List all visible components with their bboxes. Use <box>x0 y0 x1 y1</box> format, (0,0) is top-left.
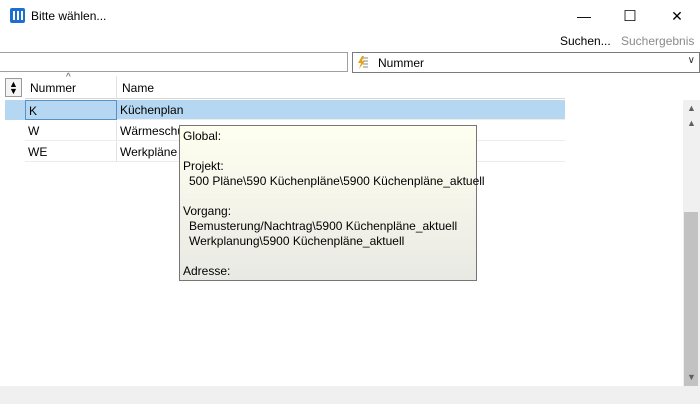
tooltip-vorgang-line: Werkplanung\5900 Küchenpläne_aktuell <box>189 234 405 248</box>
search-result-button[interactable]: Suchergebnis <box>621 34 694 48</box>
tooltip-adresse-label: Adresse: <box>183 264 231 278</box>
minimize-button[interactable]: — <box>561 0 607 32</box>
column-header-nummer[interactable]: Nummer ^ <box>25 72 117 99</box>
search-button[interactable]: Suchen... <box>560 34 611 48</box>
chevron-down-icon: ∨ <box>687 55 695 66</box>
maximize-button[interactable]: ☐ <box>607 0 653 32</box>
tooltip-vorgang-line: Bemusterung/Nachtrag\5900 Küchenpläne_ak… <box>189 219 458 233</box>
grid-header: Nummer ^ Name <box>25 72 565 99</box>
close-button[interactable]: ✕ <box>654 0 700 32</box>
cell-nummer: WE <box>25 142 117 162</box>
sort-indicator-icon: ^ <box>66 72 71 83</box>
column-header-name[interactable]: Name <box>117 76 565 99</box>
field-select[interactable]: Nummer ∨ <box>352 52 700 73</box>
row-header[interactable] <box>5 100 25 120</box>
field-select-value: Nummer <box>378 56 425 70</box>
table-row[interactable]: K Küchenplan <box>25 100 565 120</box>
cell-nummer: K <box>25 100 117 120</box>
scroll-top-icon[interactable]: ▲ <box>683 118 700 128</box>
sort-updown-icon[interactable]: ▲ ▼ <box>5 78 22 97</box>
cell-nummer: W <box>25 121 117 141</box>
app-icon <box>10 8 25 23</box>
path-tooltip: Global: Projekt: 500 Pläne\590 Küchenpläne… <box>179 125 485 281</box>
window-title: Bitte wählen... <box>31 9 107 23</box>
scrollbar-thumb[interactable] <box>684 212 698 392</box>
tooltip-projekt-value: 500 Pläne\590 Küchenpläne\5900 Küchenplä… <box>189 174 485 188</box>
scroll-up-icon[interactable]: ▲ <box>683 103 700 113</box>
cell-name: Küchenplan <box>120 103 184 117</box>
vertical-scrollbar[interactable]: ▲ ▲ ▼ <box>683 100 700 392</box>
tooltip-projekt-label: Projekt: <box>183 159 224 173</box>
column-header-label: Nummer <box>30 81 77 95</box>
tooltip-global-label: Global: <box>183 129 222 143</box>
lightning-list-icon <box>358 56 368 69</box>
search-input[interactable] <box>0 52 348 72</box>
tooltip-vorgang-label: Vorgang: <box>183 204 232 218</box>
column-header-label: Name <box>122 81 155 95</box>
bottom-scroll-area <box>0 386 700 404</box>
scroll-down-icon[interactable]: ▼ <box>683 372 700 382</box>
